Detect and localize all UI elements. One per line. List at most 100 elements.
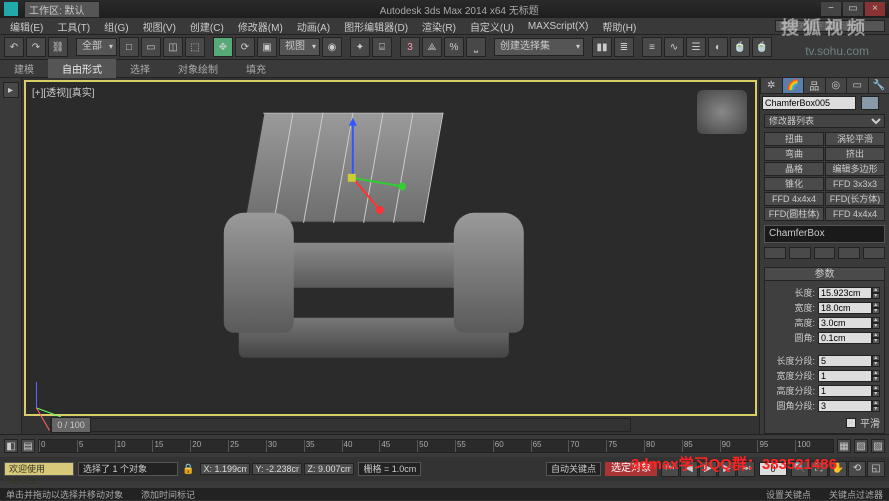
tab-populate[interactable]: 填充 (232, 59, 280, 78)
trackbar-a[interactable]: ▦ (837, 439, 851, 453)
rollout-params-header[interactable]: 参数 (764, 267, 885, 281)
tab-objectpaint[interactable]: 对象绘制 (164, 59, 232, 78)
prompt-setkey[interactable]: 设置关键点 (766, 488, 811, 501)
time-slider[interactable]: 0 / 100 (50, 418, 631, 432)
minimize-button[interactable]: − (821, 2, 841, 16)
goto-end-button[interactable]: ⏭ (737, 461, 755, 477)
menu-create[interactable]: 创建(C) (184, 18, 230, 35)
window-crossing-button[interactable]: ⬚ (185, 37, 205, 57)
render-setup-button[interactable]: 🍵 (730, 37, 750, 57)
ref-coord-dropdown[interactable]: 视图 (279, 38, 320, 56)
modifier-list-dropdown[interactable]: 修改器列表 (764, 114, 885, 128)
modifier-stack[interactable]: ChamferBox (764, 225, 885, 243)
mod-editpoly[interactable]: 编辑多边形 (825, 162, 885, 176)
menu-group[interactable]: 组(G) (98, 18, 134, 35)
render-button[interactable]: 🍵 (752, 37, 772, 57)
percent-snap-button[interactable]: % (444, 37, 464, 57)
menu-maxscript[interactable]: MAXScript(X) (522, 20, 595, 33)
prompt-keyfilter[interactable]: 关键点过滤器 (829, 488, 883, 501)
panel-tab-motion[interactable]: ◎ (825, 78, 847, 93)
panel-tab-hierarchy[interactable]: 品 (803, 78, 825, 93)
mod-turbosmooth[interactable]: 涡轮平滑 (825, 132, 885, 146)
object-color-swatch[interactable] (861, 96, 879, 110)
manip-button[interactable]: ✦ (350, 37, 370, 57)
width-input[interactable] (818, 302, 872, 314)
viewport-label[interactable]: [+][透视][真实] (32, 84, 95, 99)
nav-zoom[interactable]: 🔍 (791, 461, 809, 477)
stack-config-button[interactable] (863, 247, 885, 259)
panel-tab-create[interactable]: ✲ (760, 78, 782, 93)
menu-modifier[interactable]: 修改器(M) (232, 18, 289, 35)
stack-item-chamferbox[interactable]: ChamferBox (769, 228, 880, 239)
mod-ffdbox[interactable]: FFD(长方体) (825, 192, 885, 206)
nav-pan[interactable]: ✋ (829, 461, 847, 477)
trackbar-c[interactable]: ▨ (871, 439, 885, 453)
lock-selection-button[interactable]: 🔒 (182, 464, 194, 475)
time-slider-thumb[interactable]: 0 / 100 (51, 417, 91, 433)
mod-taper[interactable]: 锥化 (764, 177, 824, 191)
stack-remove-button[interactable] (838, 247, 860, 259)
tab-freeform[interactable]: 自由形式 (48, 59, 116, 78)
select-button[interactable]: □ (119, 37, 139, 57)
select-region-button[interactable]: ◫ (163, 37, 183, 57)
stack-show-button[interactable] (789, 247, 811, 259)
close-button[interactable]: × (865, 2, 885, 16)
selected-filter-button[interactable]: 选定对象 (605, 462, 657, 476)
material-editor-button[interactable]: ◐ (708, 37, 728, 57)
fseg-input[interactable] (818, 400, 872, 412)
mod-lattice[interactable]: 晶格 (764, 162, 824, 176)
coord-y-input[interactable] (252, 463, 302, 475)
help-search-input[interactable] (775, 20, 885, 32)
workspace-dropdown[interactable]: 工作区: 默认 (24, 1, 100, 18)
trackbar-b[interactable]: ▧ (854, 439, 868, 453)
trackbar-ruler[interactable]: 0510152025303540455055606570758085909510… (38, 439, 834, 453)
length-input[interactable] (818, 287, 872, 299)
nav-max[interactable]: ◱ (867, 461, 885, 477)
scale-button[interactable]: ▣ (257, 37, 277, 57)
tab-modeling[interactable]: 建模 (0, 59, 48, 78)
wseg-input[interactable] (818, 370, 872, 382)
mod-bend[interactable]: 弯曲 (764, 147, 824, 161)
menu-graph[interactable]: 图形编辑器(D) (338, 18, 414, 35)
keymode-button[interactable]: ⌸ (372, 37, 392, 57)
menu-render[interactable]: 渲染(R) (416, 18, 462, 35)
length-down[interactable]: ▾ (872, 293, 880, 299)
mod-ffd4[interactable]: FFD 4x4x4 (764, 192, 824, 206)
prev-frame-button[interactable]: ◀ (680, 461, 698, 477)
named-set-dropdown[interactable]: 创建选择集 (494, 38, 584, 56)
snap-button[interactable]: 3 (400, 37, 420, 57)
mod-ffdcyl[interactable]: FFD(圆柱体) (764, 207, 824, 221)
layer-button[interactable]: ≡ (642, 37, 662, 57)
next-frame-button[interactable]: ▶ (718, 461, 736, 477)
select-name-button[interactable]: ▭ (141, 37, 161, 57)
coord-x-input[interactable] (200, 463, 250, 475)
schematic-button[interactable]: ☰ (686, 37, 706, 57)
gizmo-z-axis[interactable] (351, 126, 353, 178)
left-tool-1[interactable]: ▸ (3, 82, 19, 98)
mod-ffd4b[interactable]: FFD 4x4x4 (825, 207, 885, 221)
menu-tools[interactable]: 工具(T) (51, 18, 96, 35)
link-button[interactable]: ⛓ (48, 37, 68, 57)
maximize-button[interactable]: ▭ (843, 2, 863, 16)
panel-tab-display[interactable]: ▭ (846, 78, 868, 93)
menu-anim[interactable]: 动画(A) (291, 18, 336, 35)
mirror-button[interactable]: ▮▮ (592, 37, 612, 57)
menu-edit[interactable]: 编辑(E) (4, 18, 49, 35)
lseg-input[interactable] (818, 355, 872, 367)
viewcube[interactable] (697, 90, 747, 134)
height-input[interactable] (818, 317, 872, 329)
menu-view[interactable]: 视图(V) (137, 18, 182, 35)
panel-tab-modify[interactable]: 🌈 (782, 78, 804, 93)
autokey-button[interactable]: 自动关键点 (546, 462, 601, 476)
curve-editor-button[interactable]: ∿ (664, 37, 684, 57)
viewport-perspective[interactable]: [+][透视][真实] (24, 80, 757, 416)
menu-help[interactable]: 帮助(H) (596, 18, 642, 35)
panel-tab-utilities[interactable]: 🔧 (868, 78, 889, 93)
stack-unique-button[interactable] (814, 247, 836, 259)
trackbar-filter[interactable]: ▤ (21, 439, 35, 453)
object-name-input[interactable] (762, 96, 856, 110)
coord-z-input[interactable] (304, 463, 354, 475)
trackbar-key-mode[interactable]: ◧ (4, 439, 18, 453)
hseg-input[interactable] (818, 385, 872, 397)
nav-zoomall[interactable]: ⛶ (810, 461, 828, 477)
